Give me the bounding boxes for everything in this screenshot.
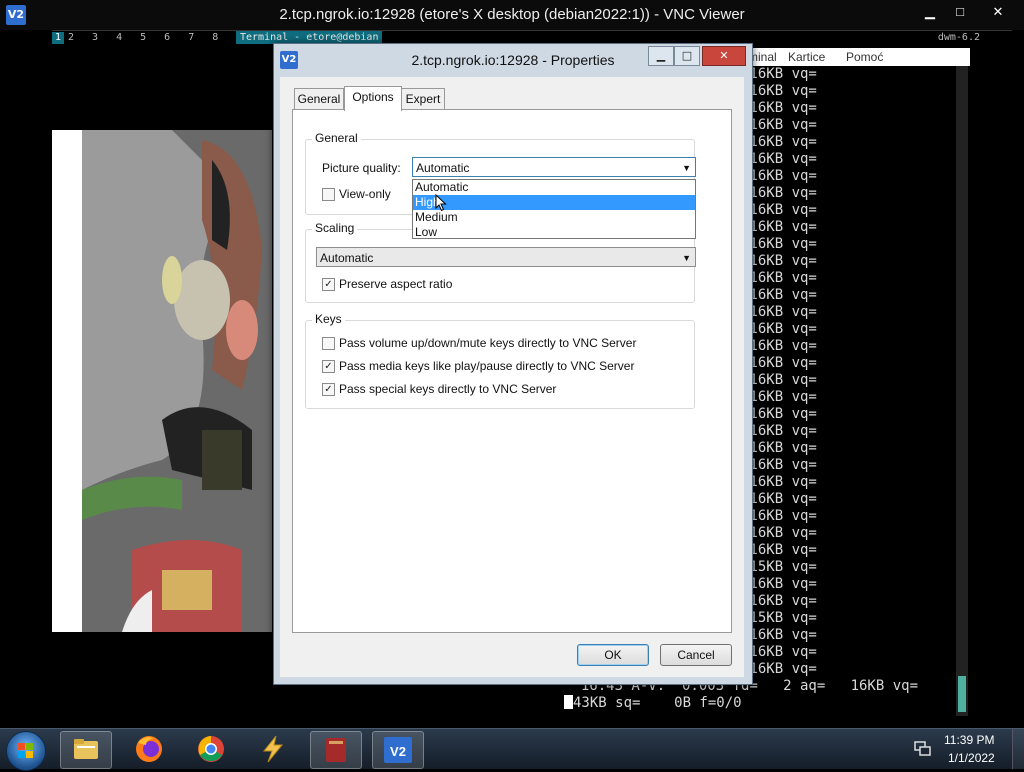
terminal-menu-kartice[interactable]: Kartice <box>788 50 825 64</box>
vnc-viewer-window-title: 2.tcp.ngrok.io:12928 (etore's X desktop … <box>279 6 745 23</box>
vnc-maximize-button[interactable]: □ <box>946 2 974 22</box>
quality-option-medium[interactable]: Medium <box>413 210 695 225</box>
picture-quality-select[interactable]: Automatic ▼ <box>412 157 696 177</box>
view-only-checkbox[interactable] <box>322 188 335 201</box>
quality-option-high[interactable]: High <box>413 195 695 210</box>
vnc-close-button[interactable]: ✕ <box>978 2 1018 22</box>
dwm-tags: 2 3 4 5 6 7 8 9 <box>68 32 249 43</box>
posterized-face-image <box>82 130 272 632</box>
start-button[interactable] <box>6 731 46 771</box>
preserve-aspect-label: Preserve aspect ratio <box>339 277 453 291</box>
pass-special-keys-label: Pass special keys directly to VNC Server <box>339 382 557 396</box>
taskbar-red-book-app[interactable] <box>310 731 362 769</box>
dialog-client-area: General Options Expert General Picture q… <box>280 77 744 677</box>
vnc-viewer-titlebar[interactable]: V2 2.tcp.ngrok.io:12928 (etore's X deskt… <box>0 0 1024 30</box>
terminal-last-line-text: 43KB sq= 0B f=0/0 <box>573 695 742 711</box>
taskbar-file-explorer[interactable] <box>60 731 112 769</box>
terminal-menubar: minal Kartice Pomoć <box>748 48 970 66</box>
quality-option-automatic[interactable]: Automatic <box>413 180 695 195</box>
show-desktop-button[interactable] <box>1012 729 1024 769</box>
firefox-icon <box>136 736 162 762</box>
pass-volume-keys-checkbox[interactable] <box>322 337 335 350</box>
terminal-cursor <box>564 695 573 709</box>
keys-group-label: Keys <box>312 312 345 326</box>
svg-text:V2: V2 <box>390 744 406 759</box>
taskbar-chrome[interactable] <box>186 731 236 767</box>
picture-quality-dropdown-list: Automatic High Medium Low <box>412 179 696 239</box>
folder-icon <box>74 739 98 759</box>
tab-expert[interactable]: Expert <box>401 88 445 109</box>
dwm-version: dwm-6.2 <box>937 32 980 43</box>
network-icon[interactable] <box>914 741 932 757</box>
cancel-button[interactable]: Cancel <box>660 644 732 666</box>
terminal-last-line: 43KB sq= 0B f=0/0 <box>564 695 964 712</box>
mouse-pointer-icon <box>435 194 447 212</box>
chevron-down-icon: ▼ <box>682 163 691 173</box>
pass-special-keys-checkbox[interactable]: ✓ <box>322 383 335 396</box>
view-only-label: View-only <box>339 187 391 201</box>
tab-options[interactable]: Options <box>344 86 402 111</box>
scaling-value: Automatic <box>320 251 374 265</box>
terminal-scrollbar[interactable] <box>956 66 968 716</box>
chevron-down-icon: ▼ <box>682 253 691 263</box>
windows-taskbar: V2 11:39 PM 1/1/2022 <box>0 728 1024 771</box>
dwm-current-tag[interactable]: 1 <box>52 32 64 44</box>
image-white-border <box>52 130 82 632</box>
lightning-icon <box>262 735 284 763</box>
quality-option-low[interactable]: Low <box>413 225 695 240</box>
preserve-aspect-checkbox[interactable]: ✓ <box>322 278 335 291</box>
picture-quality-value: Automatic <box>416 161 470 175</box>
taskbar-clock-date[interactable]: 1/1/2022 <box>948 751 995 765</box>
ok-button[interactable]: OK <box>577 644 649 666</box>
taskbar-lightning-app[interactable] <box>248 731 298 767</box>
vnc-minimize-button[interactable]: ▁ <box>916 2 944 22</box>
taskbar-firefox[interactable] <box>124 731 174 767</box>
tab-general[interactable]: General <box>294 88 344 109</box>
properties-dialog: V2 2.tcp.ngrok.io:12928 - Properties ▁ □… <box>273 43 753 685</box>
taskbar-vnc-viewer[interactable]: V2 <box>372 731 424 769</box>
red-book-icon <box>326 738 346 762</box>
vnc-viewer-icon: V2 <box>384 737 412 763</box>
general-group-label: General <box>312 131 361 145</box>
pass-media-keys-label: Pass media keys like play/pause directly… <box>339 359 635 373</box>
taskbar-clock-time[interactable]: 11:39 PM <box>944 733 994 747</box>
pass-media-keys-checkbox[interactable]: ✓ <box>322 360 335 373</box>
pass-volume-keys-label: Pass volume up/down/mute keys directly t… <box>339 336 637 350</box>
scaling-group-label: Scaling <box>312 221 358 235</box>
terminal-scrollbar-thumb[interactable] <box>958 676 966 712</box>
picture-quality-label: Picture quality: <box>322 161 401 175</box>
dialog-maximize-button[interactable]: □ <box>674 46 700 66</box>
terminal-menu-pomoc[interactable]: Pomoć <box>846 50 883 64</box>
dialog-titlebar[interactable]: V2 2.tcp.ngrok.io:12928 - Properties ▁ □… <box>274 44 752 77</box>
remote-image-window <box>52 130 272 632</box>
chrome-icon <box>198 736 224 762</box>
dialog-close-button[interactable]: ✕ <box>702 46 746 66</box>
dialog-minimize-button[interactable]: ▁ <box>648 46 674 66</box>
scaling-select[interactable]: Automatic ▼ <box>316 247 696 267</box>
